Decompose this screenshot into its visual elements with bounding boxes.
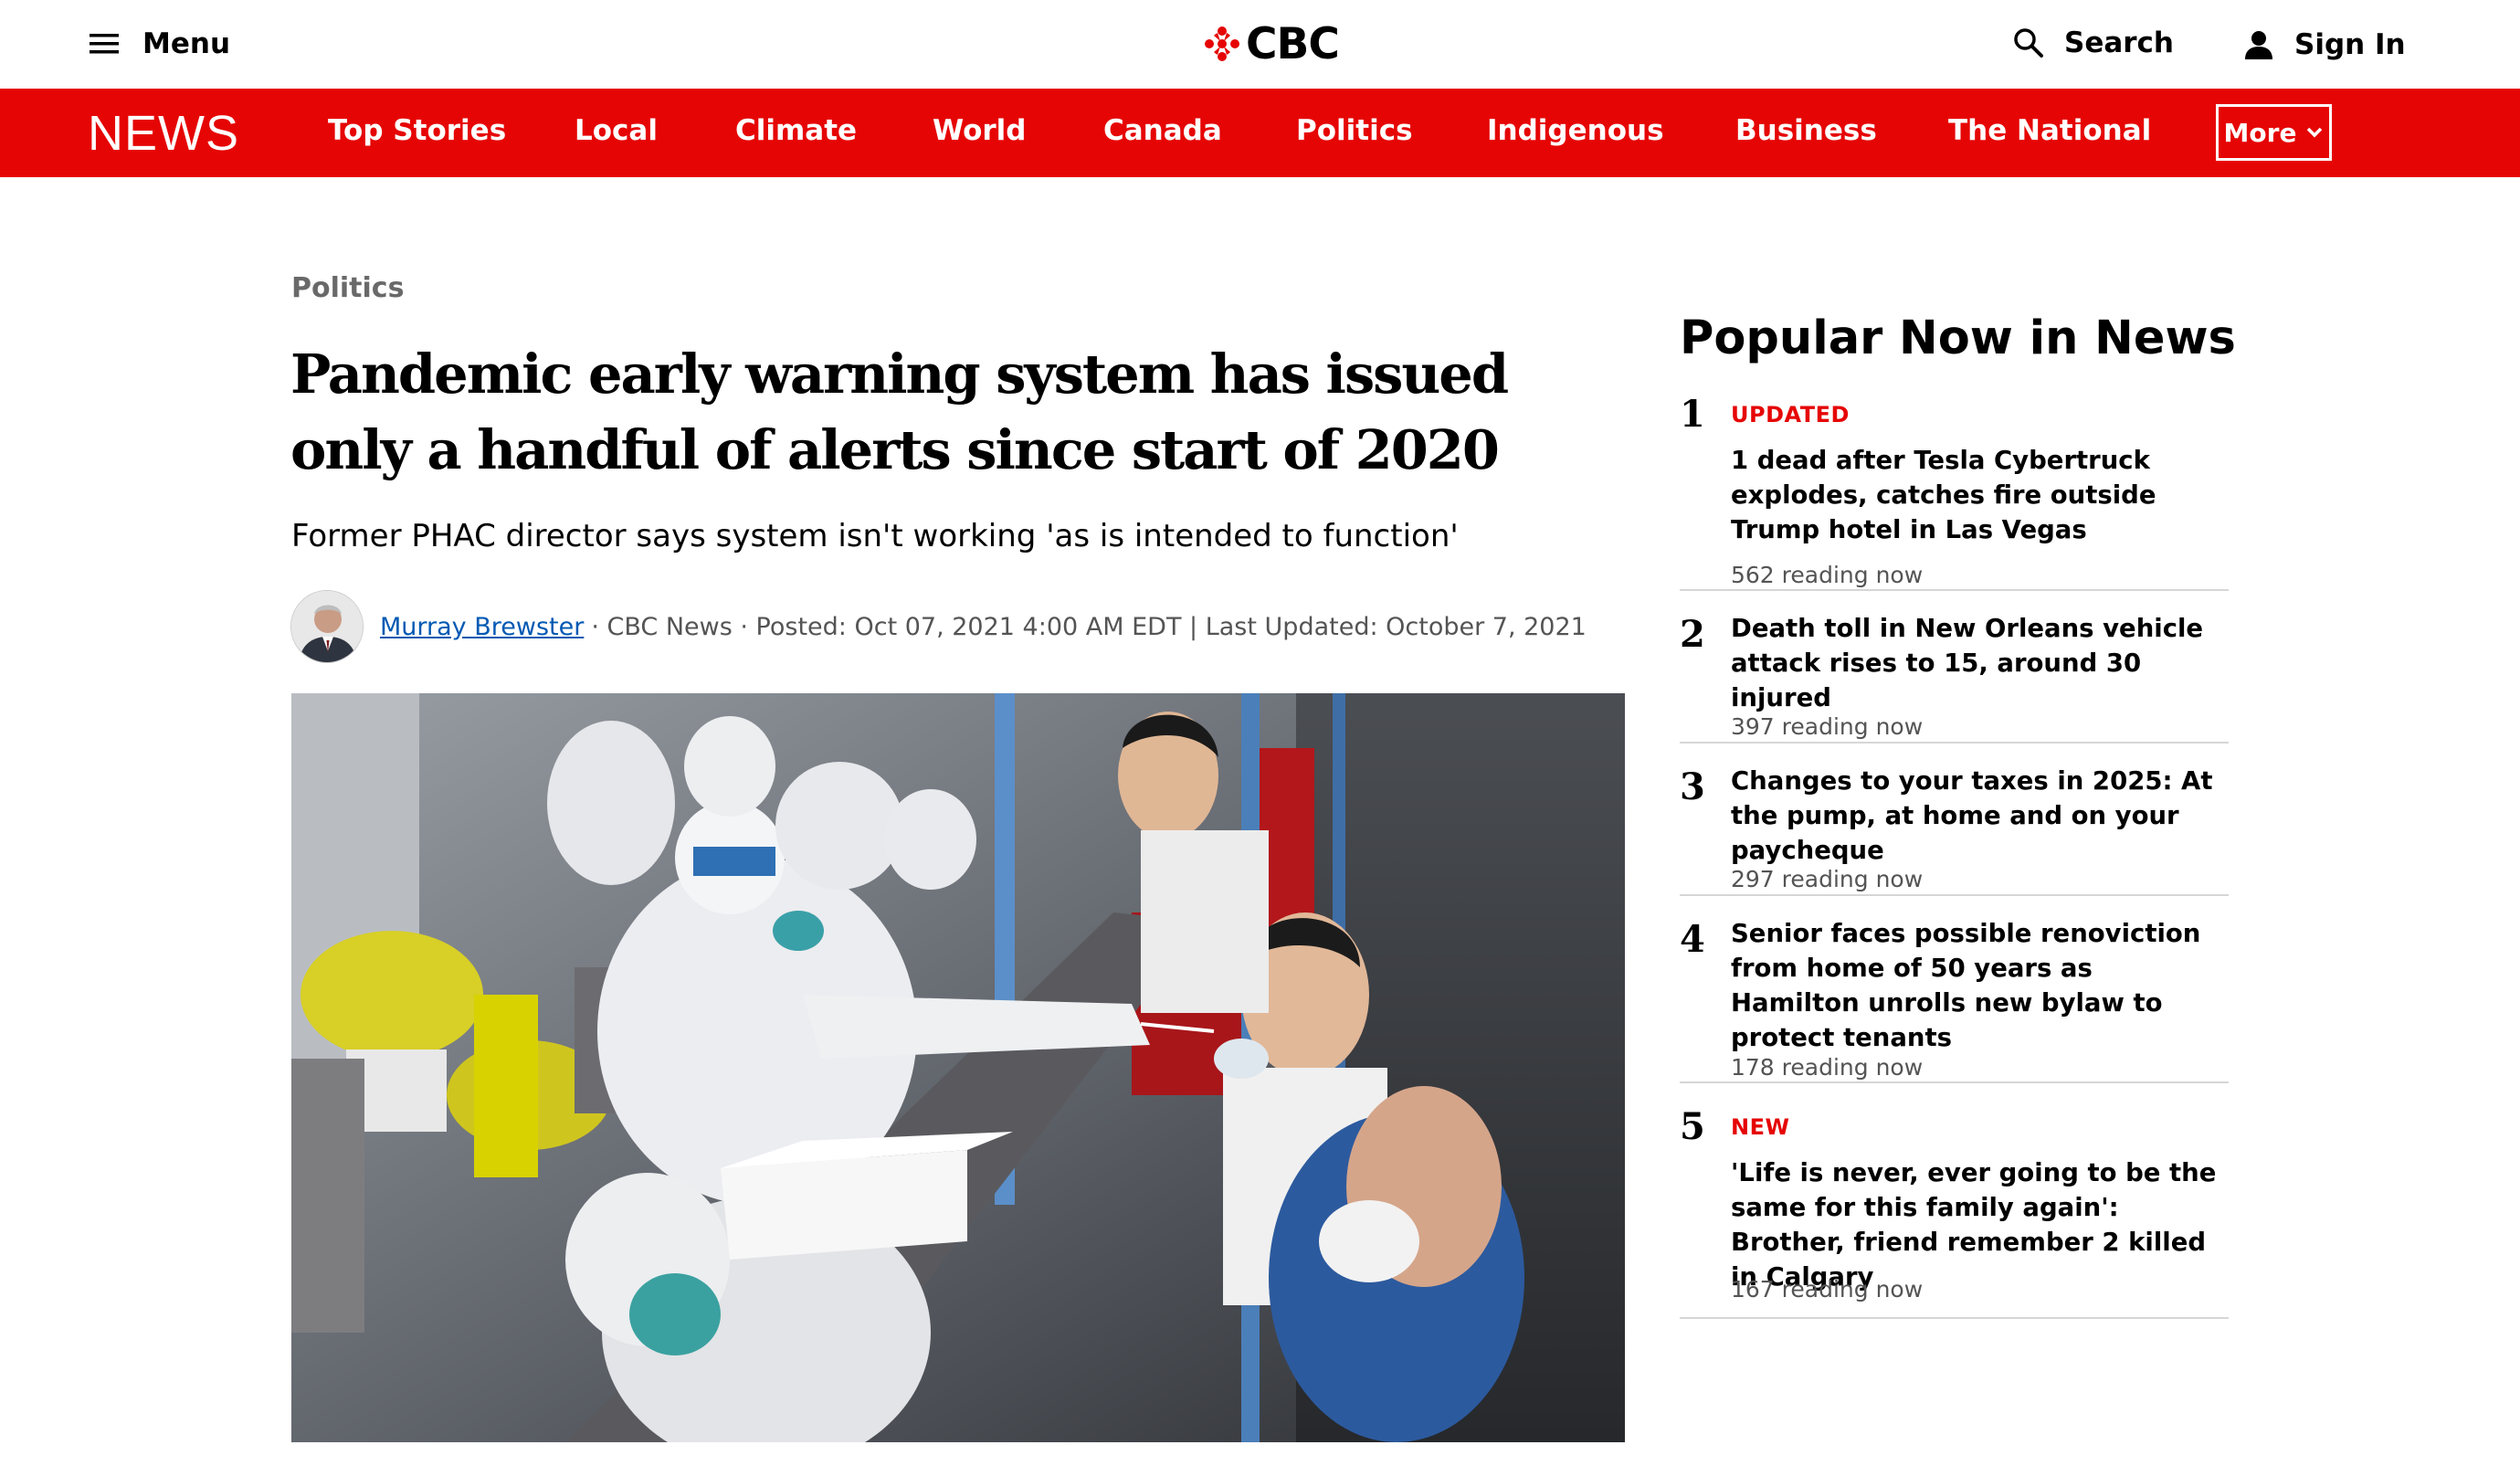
reading-count: 178 reading now	[1731, 1054, 1924, 1081]
search-icon	[2014, 28, 2043, 58]
popular-item-5[interactable]: 5 NEW 'Life is never, ever going to be t…	[1680, 1083, 2229, 1319]
popular-rank: 5	[1680, 1105, 1705, 1148]
menu-label: Menu	[142, 27, 231, 60]
cbc-wordmark: CBC	[1246, 18, 1340, 69]
popular-item-4[interactable]: 4 Senior faces possible renoviction from…	[1680, 896, 2229, 1083]
main-navigation: NEWS Top Stories Local Climate World Can…	[0, 89, 2520, 177]
reading-count: 167 reading now	[1731, 1276, 1924, 1303]
popular-headline[interactable]: Changes to your taxes in 2025: At the pu…	[1731, 764, 2229, 868]
popular-rank: 4	[1680, 918, 1705, 961]
popular-rank: 3	[1680, 765, 1705, 808]
popular-item-2[interactable]: 2 Death toll in New Orleans vehicle atta…	[1680, 591, 2229, 744]
nav-world[interactable]: World	[933, 114, 1027, 147]
byline: Murray Brewster · CBC News · Posted: Oct…	[290, 590, 1587, 663]
search-button[interactable]: Search	[2013, 22, 2174, 64]
cbc-logo[interactable]: CBC	[1204, 18, 1340, 69]
popular-headline[interactable]: 'Life is never, ever going to be the sam…	[1731, 1155, 2229, 1294]
reading-count: 397 reading now	[1731, 713, 1924, 740]
popular-item-3[interactable]: 3 Changes to your taxes in 2025: At the …	[1680, 744, 2229, 896]
sign-in-label: Sign In	[2294, 28, 2406, 61]
user-icon	[2245, 31, 2272, 59]
hamburger-icon	[90, 34, 119, 54]
reading-count: 297 reading now	[1731, 866, 1924, 892]
top-bar: Menu CBC Search Sign In	[0, 0, 2520, 89]
nav-indigenous[interactable]: Indigenous	[1487, 114, 1664, 147]
more-label: More	[2223, 117, 2297, 148]
reading-count: 562 reading now	[1731, 562, 1924, 588]
menu-button[interactable]: Menu	[88, 25, 230, 63]
popular-now-list: 1 UPDATED 1 dead after Tesla Cybertruck …	[1680, 384, 2229, 1319]
popular-headline[interactable]: 1 dead after Tesla Cybertruck explodes, …	[1731, 443, 2229, 547]
article-deck: Former PHAC director says system isn't w…	[291, 518, 1459, 554]
search-label: Search	[2064, 26, 2175, 59]
more-menu-button[interactable]: More	[2216, 104, 2332, 161]
nav-the-national[interactable]: The National	[1948, 114, 2151, 147]
popular-headline[interactable]: Death toll in New Orleans vehicle attack…	[1731, 611, 2229, 715]
popular-item-1[interactable]: 1 UPDATED 1 dead after Tesla Cybertruck …	[1680, 384, 2229, 591]
section-label[interactable]: Politics	[291, 272, 404, 304]
popular-rank: 1	[1680, 393, 1705, 436]
cbc-gem-icon	[1205, 26, 1239, 61]
nav-politics[interactable]: Politics	[1296, 114, 1413, 147]
nav-top-stories[interactable]: Top Stories	[328, 114, 506, 147]
article-headline: Pandemic early warning system has issued…	[290, 343, 1509, 481]
nav-climate[interactable]: Climate	[735, 114, 857, 147]
chevron-down-icon	[2307, 127, 2323, 138]
popular-headline[interactable]: Senior faces possible renoviction from h…	[1731, 916, 2229, 1055]
new-badge: NEW	[1731, 1114, 1790, 1140]
author-link[interactable]: Murray Brewster	[380, 613, 584, 641]
nav-business[interactable]: Business	[1735, 114, 1877, 147]
nav-canada[interactable]: Canada	[1103, 114, 1222, 147]
nav-local[interactable]: Local	[575, 114, 658, 147]
news-logo[interactable]: NEWS	[88, 105, 239, 162]
popular-now-title: Popular Now in News	[1680, 311, 2236, 365]
updated-badge: UPDATED	[1731, 402, 1850, 427]
article-meta: · CBC News · Posted: Oct 07, 2021 4:00 A…	[591, 612, 1587, 641]
author-avatar[interactable]	[290, 590, 364, 663]
hero-image	[291, 693, 1625, 1442]
popular-rank: 2	[1680, 613, 1705, 656]
sign-in-button[interactable]: Sign In	[2243, 24, 2406, 66]
